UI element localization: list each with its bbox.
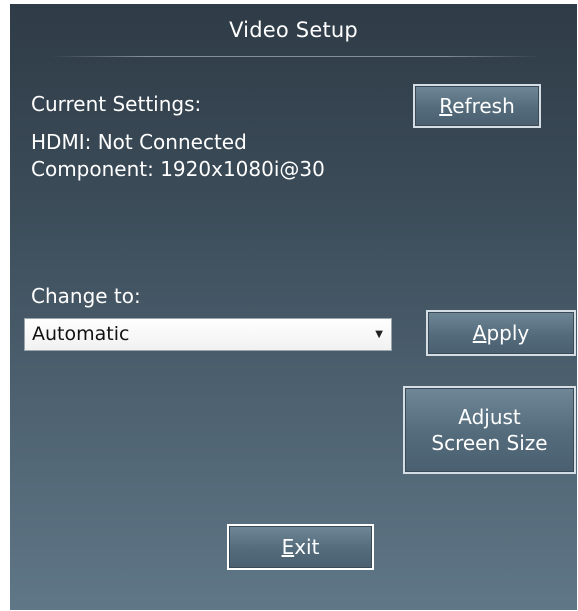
refresh-button[interactable]: Refresh (413, 84, 541, 128)
change-to-label: Change to: (31, 284, 141, 308)
adjust-label-line1: Adjust (458, 405, 521, 429)
current-settings-label: Current Settings: (31, 92, 202, 116)
resolution-select-value: Automatic (32, 323, 130, 345)
apply-label-rest: pply (486, 321, 530, 345)
resolution-select[interactable]: Automatic ▼ (24, 318, 392, 351)
apply-mnemonic: A (472, 321, 487, 345)
title-divider (50, 56, 540, 57)
exit-label-rest: xit (294, 535, 320, 559)
video-setup-dialog: Video Setup Current Settings: Refresh HD… (10, 4, 577, 610)
apply-button[interactable]: Apply (426, 310, 576, 356)
chevron-down-icon: ▼ (375, 329, 383, 340)
refresh-mnemonic: R (439, 94, 453, 118)
dialog-title: Video Setup (229, 18, 358, 42)
adjust-screen-size-button[interactable]: Adjust Screen Size (403, 386, 576, 474)
exit-button[interactable]: Exit (227, 524, 374, 570)
adjust-label-line2: Screen Size (431, 431, 548, 455)
refresh-label-rest: efresh (452, 94, 515, 118)
exit-mnemonic: E (281, 535, 295, 559)
hdmi-status: HDMI: Not Connected (31, 130, 247, 154)
component-status: Component: 1920x1080i@30 (31, 157, 325, 181)
